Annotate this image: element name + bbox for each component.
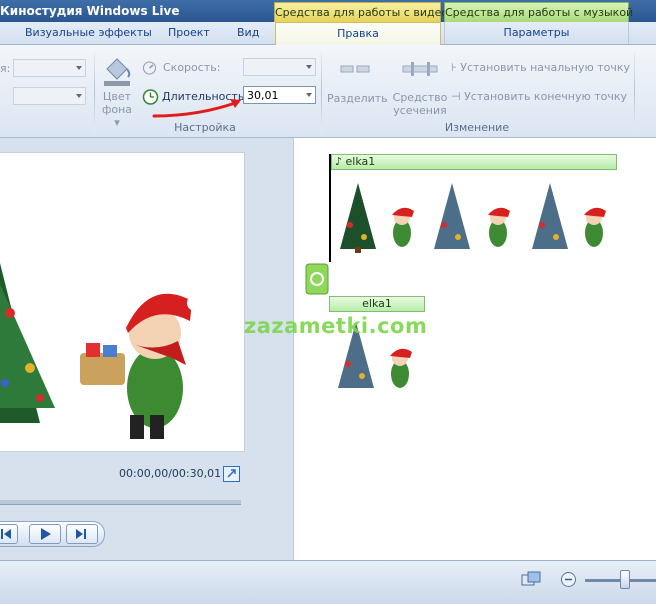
audio-clip-bar[interactable]: ♪ elka1	[331, 154, 617, 170]
trim-tool-button[interactable]: Средство усечения	[391, 57, 449, 117]
trim-icon	[402, 62, 438, 76]
watermark-text: zazametki.com	[244, 314, 428, 338]
audio-clip-name: elka1	[345, 155, 376, 168]
background-color-button[interactable]: Цвет фона ▾	[99, 53, 135, 129]
chevron-down-icon: ▾	[114, 116, 120, 129]
tab-view[interactable]: Вид	[237, 26, 259, 39]
background-color-label-1: Цвет	[102, 90, 132, 103]
video-clip-name: elka1	[362, 297, 392, 310]
tab-visual-effects[interactable]: Визуальные эффекты	[25, 26, 152, 39]
ribbon-separator	[94, 52, 95, 132]
previous-frame-button[interactable]	[0, 524, 18, 544]
red-underline-annotation	[152, 99, 241, 118]
next-frame-icon	[76, 529, 86, 539]
playhead-cursor[interactable]	[329, 154, 331, 262]
ribbon-separator	[634, 52, 635, 132]
duration-value[interactable]: 30,01	[247, 89, 279, 102]
seek-bar[interactable]	[0, 500, 241, 505]
previous-frame-icon	[1, 529, 11, 539]
trim-label-1: Средство	[392, 91, 448, 104]
context-tab-music-tools: Средства для работы с музыкой	[444, 2, 633, 23]
minus-icon	[565, 578, 572, 581]
notebook-icon	[305, 263, 329, 295]
partial-combo-1[interactable]	[13, 59, 86, 77]
tab-project[interactable]: Проект	[168, 26, 210, 39]
split-icon	[340, 65, 370, 73]
ribbon-separator	[321, 52, 322, 132]
video-clip-bar[interactable]: elka1	[329, 296, 425, 312]
set-start-point-label: Установить начальную точку	[460, 61, 631, 74]
duration-combo[interactable]: 30,01	[243, 86, 316, 104]
storyboard-view-icon[interactable]	[521, 571, 541, 587]
timecode: 00:00,00/00:30,01	[119, 467, 222, 480]
expand-icon	[227, 469, 236, 478]
split-label: Разделить	[327, 92, 388, 105]
speed-combo[interactable]	[243, 58, 316, 76]
zoom-slider-thumb[interactable]	[620, 570, 630, 589]
thumbnail-tree	[340, 183, 376, 253]
play-button[interactable]	[29, 524, 61, 544]
background-color-label-2: фона	[101, 103, 133, 116]
end-point-icon: ⊣	[451, 90, 461, 103]
tab-edit[interactable]: Правка	[275, 22, 441, 46]
video-preview-screen[interactable]	[0, 152, 245, 452]
group-label-edit: Изменение	[444, 121, 510, 134]
set-end-point-button[interactable]: ⊣ Установить конечную точку	[451, 90, 627, 103]
set-end-point-label: Установить конечную точку	[464, 90, 628, 103]
group-label-setup: Настройка	[174, 121, 236, 134]
speed-icon	[143, 61, 156, 75]
set-start-point-button[interactable]: ⊦ Установить начальную точку	[451, 61, 630, 74]
status-bar	[0, 560, 656, 604]
play-icon	[41, 528, 51, 540]
partial-combo-2[interactable]	[13, 87, 86, 105]
zoom-out-button[interactable]	[561, 572, 576, 587]
preview-frame-image	[0, 263, 203, 439]
split-button[interactable]: Разделить	[327, 57, 388, 107]
music-note-icon: ♪	[335, 155, 343, 168]
next-frame-button[interactable]	[66, 524, 98, 544]
context-tab-video-tools: Средства для работы с видео	[274, 2, 448, 23]
fullscreen-button[interactable]	[223, 466, 240, 482]
partial-label: я:	[0, 62, 11, 75]
speed-label: Скорость:	[163, 61, 221, 74]
tab-options[interactable]: Параметры	[444, 22, 629, 44]
start-point-icon: ⊦	[451, 61, 457, 74]
app-title: Киностудия Windows Live	[0, 4, 180, 18]
trim-label-2: усечения	[393, 104, 447, 117]
clip-thumbnails-row-1	[340, 183, 606, 253]
paint-bucket-icon	[104, 58, 131, 86]
